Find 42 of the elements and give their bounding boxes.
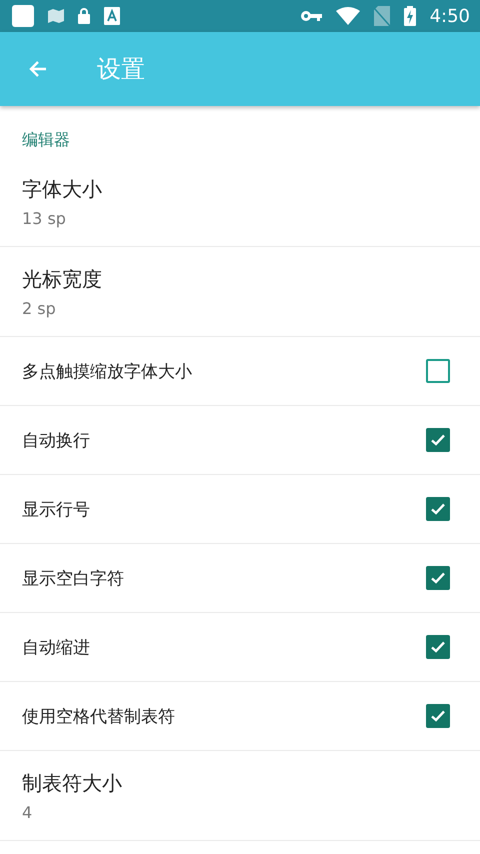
key-icon [300,10,322,22]
setting-row[interactable]: 制表符大小 4 [0,751,480,841]
checkmark-icon [430,639,446,655]
setting-title: 字体大小 [22,176,103,202]
setting-row[interactable]: 自动缩进 [0,613,480,682]
battery-icon [404,6,416,26]
setting-row[interactable]: 显示空白字符 [0,544,480,613]
setting-title: 显示行号 [22,498,91,520]
checkbox[interactable] [426,704,450,728]
setting-row[interactable]: 使用空格代替制表符 [0,682,480,751]
setting-title: 自动换行 [22,430,91,452]
lock-icon [78,8,90,24]
checkmark-icon [430,708,446,724]
clock-time: 4:50 [430,6,470,26]
setting-value: 4 [22,802,34,822]
app-icon [12,5,34,27]
setting-row[interactable]: 显示行号 [0,475,480,544]
setting-title: 光标宽度 [22,266,103,292]
setting-title: 自动缩进 [22,636,91,658]
setting-title: 使用空格代替制表符 [22,706,176,728]
setting-title: 多点触摸缩放字体大小 [22,360,193,382]
setting-row[interactable]: 字体大小 13 sp [0,157,480,247]
no-sim-icon [374,6,390,26]
setting-row[interactable]: 自动换行 [0,406,480,475]
checkmark-icon [430,501,446,517]
setting-row[interactable]: 光标宽度 2 sp [0,247,480,337]
wifi-icon [336,7,360,25]
screen-title: 设置 [97,54,145,85]
setting-value: 2 sp [22,298,57,318]
checkmark-icon [430,432,446,448]
checkbox[interactable] [426,566,450,590]
setting-value: 13 sp [22,208,67,228]
section-header: 编辑器 [22,130,70,149]
checkbox[interactable] [426,635,450,659]
document-icon [104,7,120,25]
setting-title: 显示空白字符 [22,568,125,590]
setting-row[interactable]: 多点触摸缩放字体大小 [0,337,480,406]
checkbox[interactable] [426,359,450,383]
checkmark-icon [430,570,446,586]
checkbox[interactable] [426,428,450,452]
checkbox[interactable] [426,497,450,521]
setting-title: 制表符大小 [22,770,123,796]
